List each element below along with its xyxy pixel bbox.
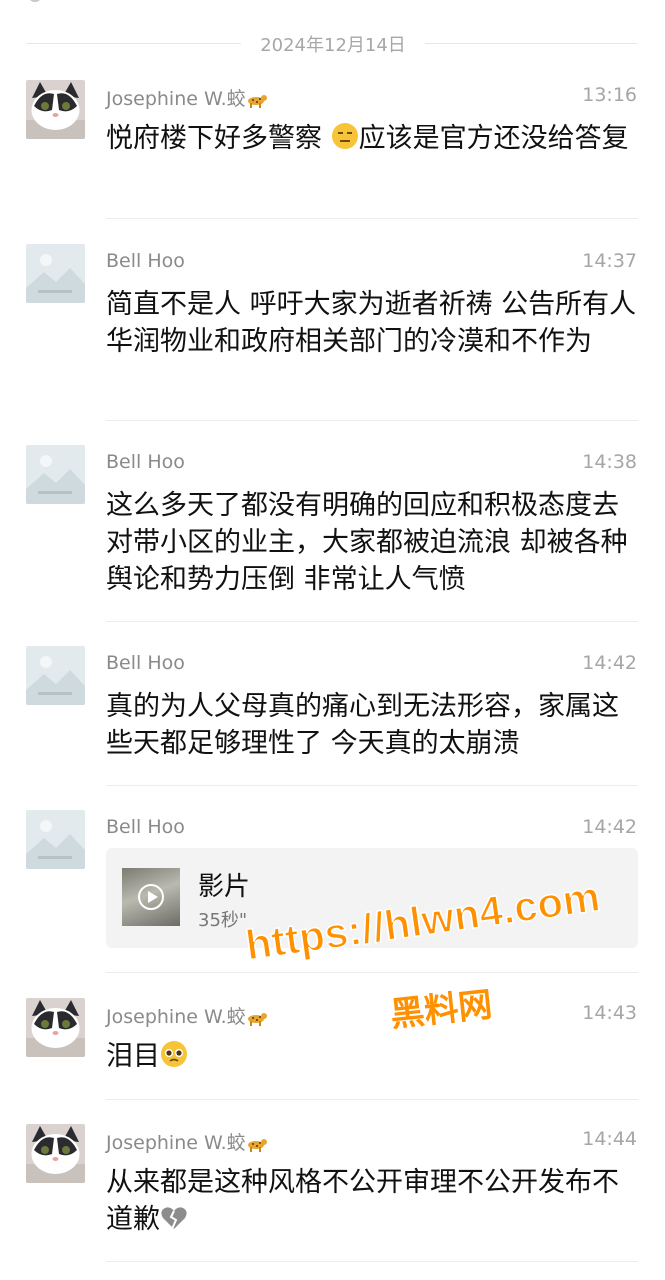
comment-time: 13:16 bbox=[582, 84, 637, 106]
image-placeholder-icon bbox=[26, 445, 85, 504]
comment-time: 14:38 bbox=[582, 451, 637, 473]
commenter-name[interactable]: Bell Hoo bbox=[106, 652, 185, 674]
image-placeholder-icon bbox=[26, 646, 85, 705]
date-divider-left bbox=[26, 43, 241, 44]
comment-text: 从来都是这种风格不公开审理不公开发布不道歉 bbox=[106, 1164, 638, 1241]
comment-text: 悦府楼下好多警察 应该是官方还没给答复 bbox=[106, 120, 638, 160]
commenter-name[interactable]: Josephine W.蛟 bbox=[106, 84, 268, 113]
video-thumbnail[interactable] bbox=[122, 868, 180, 926]
cat-avatar[interactable] bbox=[26, 80, 85, 139]
placeholder-avatar[interactable] bbox=[26, 810, 85, 869]
comment-divider bbox=[106, 1099, 638, 1100]
image-placeholder-icon bbox=[26, 810, 85, 869]
placeholder-avatar[interactable] bbox=[26, 646, 85, 705]
comment-time: 14:42 bbox=[582, 816, 637, 838]
leopard-icon bbox=[246, 91, 268, 113]
commenter-name[interactable]: Bell Hoo bbox=[106, 816, 185, 838]
comment-divider bbox=[106, 218, 638, 219]
comment-text: 真的为人父母真的痛心到无法形容，家属这些天都足够理性了 今天真的太崩溃 bbox=[106, 691, 619, 759]
video-title: 影片 bbox=[198, 872, 251, 902]
comment-time: 14:37 bbox=[582, 250, 637, 272]
image-placeholder-icon bbox=[26, 244, 85, 303]
commenter-name[interactable]: Bell Hoo bbox=[106, 250, 185, 272]
placeholder-avatar[interactable] bbox=[26, 445, 85, 504]
pleading-face-icon bbox=[160, 1040, 188, 1078]
comment-divider bbox=[106, 420, 638, 421]
cat-avatar[interactable] bbox=[26, 998, 85, 1057]
date-label: 2024年12月14日 bbox=[260, 35, 406, 56]
broken-heart-icon bbox=[160, 1204, 188, 1241]
cat-avatar[interactable] bbox=[26, 1124, 85, 1183]
watermark: https://hlwn4.com 黑料网 bbox=[240, 872, 640, 1050]
comment-text: 这么多天了都没有明确的回应和积极态度去对带小区的业主，大家都被迫流浪 却被各种舆… bbox=[106, 490, 628, 595]
commenter-name[interactable]: Bell Hoo bbox=[106, 451, 185, 473]
play-icon[interactable] bbox=[138, 884, 164, 910]
placeholder-avatar[interactable] bbox=[26, 244, 85, 303]
comment-time: 14:44 bbox=[582, 1128, 637, 1150]
leopard-icon bbox=[246, 1135, 268, 1157]
commenter-name[interactable]: Josephine W.蛟 bbox=[106, 1128, 268, 1157]
date-divider-right bbox=[425, 43, 637, 44]
comment-text: 简直不是人 呼吁大家为逝者祈祷 公告所有人 华润物业和政府相关部门的冷漠和不作为 bbox=[106, 289, 637, 357]
comment-divider bbox=[106, 785, 638, 786]
top-indicator bbox=[28, 0, 42, 2]
comment-time: 14:42 bbox=[582, 652, 637, 674]
comment-divider bbox=[106, 621, 638, 622]
comment-divider bbox=[106, 1261, 638, 1262]
expressionless-face-icon bbox=[331, 122, 359, 160]
watermark-label: 黑料网 bbox=[388, 984, 495, 1036]
date-separator: 2024年12月14日 bbox=[0, 26, 665, 62]
